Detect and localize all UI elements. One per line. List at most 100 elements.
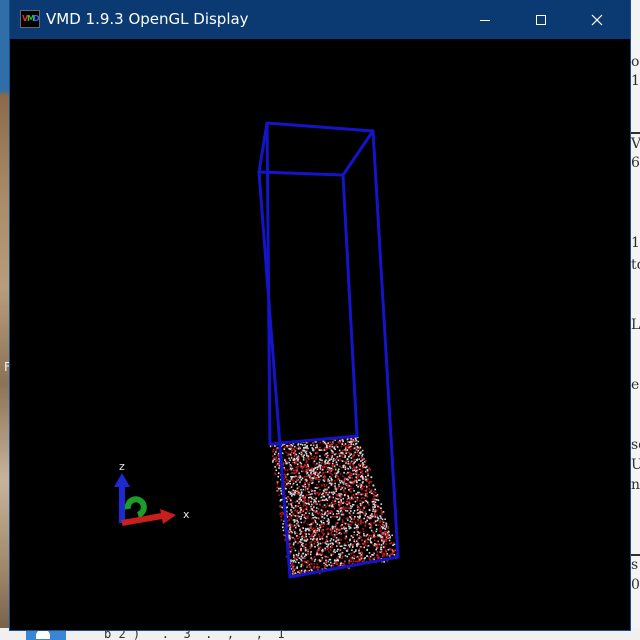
water-particle: [347, 460, 350, 463]
water-particle: [296, 487, 299, 490]
water-particle: [369, 517, 372, 519]
water-particle: [355, 442, 358, 445]
water-particle: [301, 535, 303, 538]
water-particle: [322, 534, 325, 536]
water-particle: [358, 549, 360, 552]
water-particle: [350, 535, 353, 537]
water-particle: [334, 453, 336, 456]
water-particle: [350, 523, 352, 526]
water-particle: [372, 510, 374, 512]
water-particle: [311, 482, 313, 485]
maximize-button[interactable]: [518, 0, 564, 39]
water-particle: [296, 505, 299, 507]
water-particle: [375, 498, 378, 501]
water-particle: [393, 550, 395, 552]
water-particle: [275, 469, 278, 472]
water-particle: [385, 522, 387, 525]
water-particle: [366, 555, 369, 557]
water-particle: [367, 537, 370, 540]
water-particle: [338, 505, 341, 507]
water-particle: [279, 505, 281, 507]
water-particle: [344, 530, 347, 532]
water-particle: [341, 481, 344, 484]
water-particle: [339, 529, 341, 531]
water-particle: [317, 568, 319, 570]
water-particle: [372, 543, 374, 546]
close-button[interactable]: [574, 0, 620, 39]
water-particle: [321, 462, 323, 464]
water-particle: [336, 562, 339, 564]
window-titlebar[interactable]: V M D VMD 1.9.3 OpenGL Display: [10, 0, 630, 39]
water-particle: [331, 530, 333, 533]
water-particle: [323, 463, 326, 466]
water-particle: [296, 447, 298, 449]
water-particle: [322, 550, 324, 552]
water-particle: [376, 494, 379, 496]
water-particle: [358, 473, 361, 476]
water-particle: [323, 449, 326, 451]
water-particle: [352, 512, 355, 514]
water-particle: [310, 454, 313, 457]
water-particle: [366, 495, 369, 498]
water-particle: [333, 507, 336, 510]
water-particle: [346, 555, 348, 558]
terminal-text-fragment: n: [631, 477, 640, 493]
water-particle: [288, 530, 290, 533]
water-particle: [368, 488, 371, 490]
water-particle: [294, 445, 296, 448]
water-particle: [291, 495, 293, 497]
water-particle: [287, 484, 289, 487]
water-particle: [284, 484, 287, 487]
water-particle: [300, 455, 303, 457]
water-particle: [338, 501, 340, 503]
water-particle: [382, 526, 384, 529]
water-particle: [300, 565, 302, 568]
water-particle: [331, 456, 333, 458]
water-particle: [359, 510, 361, 513]
water-particle: [324, 540, 327, 543]
water-particle: [303, 502, 305, 505]
water-particle: [375, 520, 377, 522]
water-particle: [275, 457, 277, 459]
water-particle: [306, 463, 309, 466]
water-particle: [319, 548, 321, 551]
water-particle: [368, 509, 371, 511]
opengl-display-canvas[interactable]: x z: [10, 39, 630, 630]
water-particle: [306, 465, 308, 468]
vmd-app-icon[interactable]: V M D: [20, 10, 40, 28]
water-particle: [295, 553, 298, 556]
water-particle: [333, 527, 335, 530]
water-particle: [378, 557, 380, 559]
water-particle: [362, 521, 364, 524]
water-particle: [379, 521, 381, 523]
water-particle: [321, 532, 324, 534]
water-particle: [325, 465, 327, 468]
water-particle: [319, 538, 321, 540]
water-particle: [307, 527, 309, 530]
minimize-button[interactable]: [462, 0, 508, 39]
water-particle: [315, 497, 317, 500]
water-particle: [340, 451, 343, 454]
water-particle: [299, 529, 301, 531]
water-particle: [296, 456, 299, 459]
water-particle: [292, 525, 295, 528]
water-particle: [305, 494, 308, 496]
water-particle: [364, 514, 367, 517]
water-particle: [334, 476, 337, 478]
water-particle: [290, 504, 293, 507]
water-particle: [357, 526, 359, 529]
water-particle: [327, 531, 329, 534]
water-particle: [300, 453, 303, 456]
water-particle: [304, 499, 307, 502]
water-particle: [344, 554, 347, 557]
water-particle: [356, 448, 359, 451]
water-particle: [315, 458, 317, 460]
water-particle: [328, 467, 331, 469]
water-particle: [370, 526, 373, 528]
water-particle: [295, 481, 297, 483]
water-particle: [314, 510, 316, 513]
water-particle: [364, 544, 367, 547]
water-particle: [319, 455, 321, 457]
water-particle: [313, 567, 315, 569]
water-particle: [341, 455, 343, 457]
